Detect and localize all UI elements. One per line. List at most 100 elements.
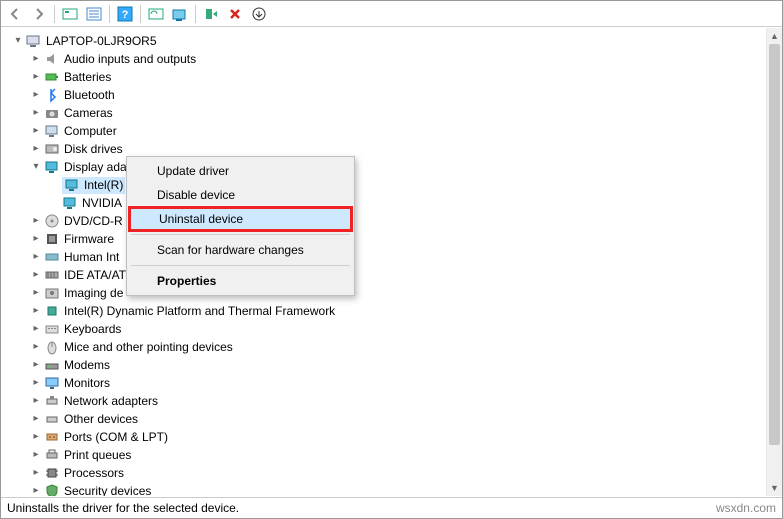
tree-category[interactable]: ▸ Firmware (8, 230, 781, 248)
chevron-right-icon[interactable]: ▸ (30, 71, 42, 83)
context-menu: Update driver Disable device Uninstall d… (126, 156, 355, 296)
keyboard-icon (44, 321, 60, 337)
chevron-right-icon[interactable]: ▸ (30, 233, 42, 245)
hid-icon (44, 249, 60, 265)
display-adapter-icon (44, 159, 60, 175)
toolbar: ? (1, 1, 782, 27)
mouse-icon (44, 339, 60, 355)
tree-device-nvidia[interactable]: NVIDIA (8, 194, 781, 212)
chevron-right-icon[interactable]: ▸ (30, 413, 42, 425)
back-button[interactable] (3, 3, 27, 25)
menu-scan-hardware[interactable]: Scan for hardware changes (129, 238, 352, 262)
menu-properties[interactable]: Properties (129, 269, 352, 293)
chevron-down-icon[interactable]: ▾ (12, 35, 24, 47)
chevron-right-icon[interactable]: ▸ (30, 251, 42, 263)
device-tree[interactable]: ▾ LAPTOP-0LJR9OR5 ▸ Audio inputs and out… (2, 28, 781, 496)
tree-category[interactable]: ▸ Mice and other pointing devices (8, 338, 781, 356)
tree-category[interactable]: ▸ DVD/CD-R (8, 212, 781, 230)
menu-disable-device[interactable]: Disable device (129, 183, 352, 207)
chevron-down-icon[interactable]: ▾ (30, 161, 42, 173)
disk-icon (44, 141, 60, 157)
tree-root-label: LAPTOP-0LJR9OR5 (46, 32, 157, 50)
chevron-right-icon[interactable]: ▸ (30, 377, 42, 389)
tree-category[interactable]: ▸ Modems (8, 356, 781, 374)
chevron-right-icon[interactable]: ▸ (30, 341, 42, 353)
status-bar: Uninstalls the driver for the selected d… (1, 497, 782, 518)
chevron-right-icon[interactable]: ▸ (30, 287, 42, 299)
display-adapter-icon (62, 195, 78, 211)
ide-icon (44, 267, 60, 283)
battery-icon (44, 69, 60, 85)
chevron-right-icon[interactable]: ▸ (30, 395, 42, 407)
tree-category[interactable]: ▸ Audio inputs and outputs (8, 50, 781, 68)
scroll-up-icon[interactable]: ▲ (767, 28, 782, 44)
chevron-right-icon[interactable]: ▸ (30, 431, 42, 443)
watermark: wsxdn.com (716, 501, 776, 515)
status-text: Uninstalls the driver for the selected d… (7, 501, 239, 515)
menu-separator (131, 234, 350, 235)
bluetooth-icon (44, 87, 60, 103)
enable-device-button[interactable] (199, 3, 223, 25)
chevron-right-icon[interactable]: ▸ (30, 53, 42, 65)
tree-category[interactable]: ▸ Print queues (8, 446, 781, 464)
menu-uninstall-device[interactable]: Uninstall device (128, 206, 353, 232)
tree-category[interactable]: ▸ Human Int (8, 248, 781, 266)
tree-category[interactable]: ▸ Processors (8, 464, 781, 482)
tree-category[interactable]: ▸ Other devices (8, 410, 781, 428)
tree-device-intel[interactable]: Intel(R) (8, 176, 781, 194)
tree-category[interactable]: ▸ Ports (COM & LPT) (8, 428, 781, 446)
tree-category[interactable]: ▸ Disk drives (8, 140, 781, 158)
chip-icon (44, 303, 60, 319)
menu-update-driver[interactable]: Update driver (129, 159, 352, 183)
computer-icon (44, 123, 60, 139)
tree-category[interactable]: ▸ Bluetooth (8, 86, 781, 104)
camera-icon (44, 105, 60, 121)
vertical-scrollbar[interactable]: ▲ ▼ (766, 28, 782, 496)
tree-category[interactable]: ▸ Security devices (8, 482, 781, 496)
svg-text:?: ? (122, 9, 129, 21)
chevron-right-icon[interactable]: ▸ (30, 467, 42, 479)
tree-root[interactable]: ▾ LAPTOP-0LJR9OR5 (8, 32, 781, 50)
down-button[interactable] (247, 3, 271, 25)
display-adapter-icon (64, 177, 80, 193)
tree-category[interactable]: ▸ Imaging de (8, 284, 781, 302)
device-tree-area: ▾ LAPTOP-0LJR9OR5 ▸ Audio inputs and out… (2, 28, 781, 496)
tree-category[interactable]: ▸ Network adapters (8, 392, 781, 410)
chevron-right-icon[interactable]: ▸ (30, 323, 42, 335)
chevron-right-icon[interactable]: ▸ (30, 359, 42, 371)
forward-button[interactable] (27, 3, 51, 25)
show-hidden-button[interactable] (58, 3, 82, 25)
tree-category-display-adapters[interactable]: ▾ Display adapters (8, 158, 781, 176)
uninstall-device-button[interactable] (223, 3, 247, 25)
scroll-track[interactable] (767, 44, 782, 480)
port-icon (44, 429, 60, 445)
monitor-icon (44, 375, 60, 391)
update-driver-button[interactable] (168, 3, 192, 25)
menu-separator (131, 265, 350, 266)
chevron-right-icon[interactable]: ▸ (30, 215, 42, 227)
tree-category[interactable]: ▸ Computer (8, 122, 781, 140)
chevron-right-icon[interactable]: ▸ (30, 143, 42, 155)
tree-category[interactable]: ▸ Batteries (8, 68, 781, 86)
chevron-right-icon[interactable]: ▸ (30, 125, 42, 137)
chevron-right-icon[interactable]: ▸ (30, 107, 42, 119)
firmware-icon (44, 231, 60, 247)
tree-category[interactable]: ▸ Intel(R) Dynamic Platform and Thermal … (8, 302, 781, 320)
help-button[interactable]: ? (113, 3, 137, 25)
chevron-right-icon[interactable]: ▸ (30, 89, 42, 101)
chevron-right-icon[interactable]: ▸ (30, 269, 42, 281)
dvd-icon (44, 213, 60, 229)
chevron-right-icon[interactable]: ▸ (30, 449, 42, 461)
tree-category[interactable]: ▸ Cameras (8, 104, 781, 122)
tree-category[interactable]: ▸ IDE ATA/AT (8, 266, 781, 284)
tree-category[interactable]: ▸ Keyboards (8, 320, 781, 338)
scroll-thumb[interactable] (769, 44, 780, 445)
security-icon (44, 483, 60, 496)
tree-category[interactable]: ▸ Monitors (8, 374, 781, 392)
imaging-icon (44, 285, 60, 301)
chevron-right-icon[interactable]: ▸ (30, 485, 42, 496)
properties-button[interactable] (82, 3, 106, 25)
chevron-right-icon[interactable]: ▸ (30, 305, 42, 317)
scroll-down-icon[interactable]: ▼ (767, 480, 782, 496)
scan-button[interactable] (144, 3, 168, 25)
